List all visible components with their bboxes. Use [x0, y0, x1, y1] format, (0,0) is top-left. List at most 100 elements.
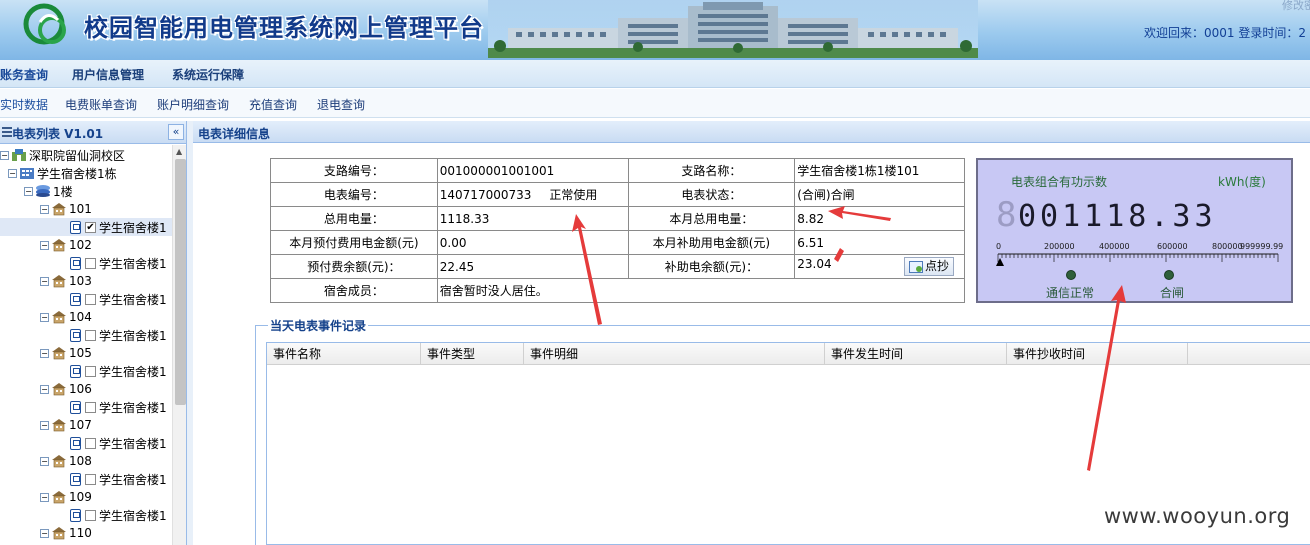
- meter-checkbox[interactable]: [85, 257, 96, 269]
- meter-checkbox[interactable]: [85, 329, 96, 341]
- tree-node-meter[interactable]: 学生宿舍楼1: [0, 470, 172, 488]
- column-header-event-name[interactable]: 事件名称: [267, 343, 421, 365]
- meter-checkbox[interactable]: [85, 401, 96, 413]
- tree-node-room[interactable]: − 105: [40, 344, 92, 362]
- meter-icon: [70, 400, 81, 414]
- collapse-node-icon[interactable]: −: [40, 492, 49, 502]
- prepaid-balance-value: 22.45: [436, 254, 629, 279]
- collapse-node-icon[interactable]: −: [40, 276, 49, 286]
- collapse-node-icon[interactable]: −: [40, 348, 49, 358]
- tree-node-floor[interactable]: − 1楼: [24, 182, 73, 200]
- meter-checkbox[interactable]: [85, 473, 96, 485]
- meter-list-header: 电表列表 V1.01 «: [0, 121, 186, 144]
- lcd-reading-text: 001118.33: [1018, 199, 1217, 234]
- tree-node-label: 105: [69, 346, 92, 360]
- table-row: 支路编号： 001000001001001 支路名称： 学生宿舍楼1栋1楼101: [270, 158, 965, 183]
- switch-status-label: 合闸: [1160, 286, 1185, 300]
- submenu-item-realtime[interactable]: 实时数据: [0, 96, 48, 113]
- scroll-thumb[interactable]: [175, 159, 186, 405]
- collapse-node-icon[interactable]: −: [40, 528, 49, 538]
- meter-list-panel: 电表列表 V1.01 « − 深职院留仙洞校区 − 学生宿舍楼1栋 −1楼 −101 ✔ 学生…: [0, 121, 187, 545]
- collapse-node-icon[interactable]: −: [40, 384, 49, 394]
- submenu-bar: 实时数据 电费账单查询 账户明细查询 充值查询 退电查询: [0, 89, 1310, 118]
- month-power-value: 8.82: [794, 206, 965, 231]
- collapse-node-icon[interactable]: −: [24, 186, 33, 196]
- meter-checkbox[interactable]: [85, 293, 96, 305]
- read-meter-label: 点抄: [924, 259, 949, 273]
- month-power-label: 本月总用电量：: [627, 206, 796, 231]
- read-meter-icon: [908, 260, 923, 273]
- meter-lcd-display: 电表组合有功示数 kWh(度) 8 001118.33 0 200000 400…: [976, 158, 1293, 303]
- submenu-item-refund[interactable]: 退电查询: [317, 96, 365, 113]
- tree-node-label: 106: [69, 382, 92, 396]
- menu-item-billing[interactable]: 账务查询: [0, 66, 48, 83]
- submenu-item-account-detail[interactable]: 账户明细查询: [157, 96, 229, 113]
- collapse-node-icon[interactable]: −: [40, 420, 49, 430]
- tree-node-label: 学生宿舍楼1: [99, 472, 167, 487]
- menu-item-user-info[interactable]: 用户信息管理: [72, 66, 144, 83]
- tree-node-campus[interactable]: − 深职院留仙洞校区: [0, 146, 125, 164]
- tree-node-meter[interactable]: ✔ 学生宿舍楼1: [0, 218, 172, 236]
- tree-node-room[interactable]: − 108: [40, 452, 92, 470]
- subsidy-month-value: 6.51: [794, 230, 965, 255]
- meter-checkbox[interactable]: [85, 365, 96, 377]
- tree-node-label: 学生宿舍楼1: [99, 328, 167, 343]
- meter-checkbox[interactable]: [85, 437, 96, 449]
- tree-node-room[interactable]: − 110: [40, 524, 92, 542]
- meter-icon: [70, 472, 81, 486]
- meter-icon: [70, 328, 81, 342]
- tree-node-meter[interactable]: 学生宿舍楼1: [0, 254, 172, 272]
- collapse-node-icon[interactable]: −: [0, 150, 9, 160]
- submenu-item-recharge[interactable]: 充值查询: [249, 96, 297, 113]
- meter-checkbox[interactable]: ✔: [85, 221, 96, 233]
- tree-node-room[interactable]: − 104: [40, 308, 92, 326]
- tree-scrollbar[interactable]: ▲: [172, 145, 186, 545]
- tree-node-meter[interactable]: 学生宿舍楼1: [0, 362, 172, 380]
- modify-password-link[interactable]: 修改密: [1282, 0, 1310, 13]
- collapse-node-icon[interactable]: −: [40, 312, 49, 322]
- tree-node-room[interactable]: − 102: [40, 236, 92, 254]
- tree-node-meter[interactable]: 学生宿舍楼1: [0, 434, 172, 452]
- tree-node-room[interactable]: − 101: [40, 200, 92, 218]
- table-row: 本月预付费用电金额(元) 0.00 本月补助用电金额(元) 6.51: [270, 230, 965, 255]
- detail-header: 电表详细信息: [193, 121, 1310, 143]
- column-header-read-time[interactable]: 事件抄收时间: [1007, 343, 1188, 365]
- submenu-item-bill-query[interactable]: 电费账单查询: [65, 96, 137, 113]
- header: 校园智能用电管理系统网上管理平台 修改密 欢迎回来：0001 登录时间：2: [0, 0, 1310, 60]
- tree-node-building[interactable]: − 学生宿舍楼1栋: [8, 164, 117, 182]
- menu-item-system-ops[interactable]: 系统运行保障: [172, 66, 244, 83]
- tree-node-room[interactable]: − 106: [40, 380, 92, 398]
- tree-node-meter[interactable]: 学生宿舍楼1: [0, 326, 172, 344]
- total-power-label: 总用电量：: [270, 206, 438, 231]
- meter-status-value: (合闸)合闸: [794, 182, 965, 207]
- tree-node-meter[interactable]: 学生宿舍楼1: [0, 506, 172, 524]
- tree-node-label: 学生宿舍楼1: [99, 220, 167, 235]
- comm-status-lamp: [1066, 270, 1076, 280]
- watermark-text: www.wooyun.org: [1104, 504, 1291, 528]
- meter-status-label: 电表状态：: [627, 182, 796, 207]
- column-header-event-detail[interactable]: 事件明细: [524, 343, 825, 365]
- collapse-node-icon[interactable]: −: [40, 240, 49, 250]
- scale-label: 0: [996, 242, 1001, 251]
- building-icon: [52, 311, 66, 324]
- column-header-event-type[interactable]: 事件类型: [421, 343, 524, 365]
- collapse-node-icon[interactable]: −: [8, 168, 17, 178]
- tree-node-room[interactable]: − 107: [40, 416, 92, 434]
- members-label: 宿舍成员：: [270, 278, 438, 303]
- branch-name-label: 支路名称：: [627, 158, 796, 183]
- tree-node-room[interactable]: − 103: [40, 272, 92, 290]
- tree-node-meter[interactable]: 学生宿舍楼1: [0, 290, 172, 308]
- read-meter-button[interactable]: 点抄: [903, 257, 954, 276]
- tree-node-room[interactable]: − 109: [40, 488, 92, 506]
- collapse-sidebar-button[interactable]: «: [168, 124, 184, 140]
- tree-node-meter[interactable]: 学生宿舍楼1: [0, 398, 172, 416]
- collapse-node-icon[interactable]: −: [40, 456, 49, 466]
- scale-label: 800000: [1212, 242, 1243, 251]
- branch-no-value: 001000001001001: [436, 158, 629, 183]
- meter-info-table: 支路编号： 001000001001001 支路名称： 学生宿舍楼1栋1楼101…: [270, 158, 966, 303]
- column-header-event-time[interactable]: 事件发生时间: [825, 343, 1007, 365]
- collapse-node-icon[interactable]: −: [40, 204, 49, 214]
- meter-checkbox[interactable]: [85, 509, 96, 521]
- tree-node-label: 109: [69, 490, 92, 504]
- scroll-up-icon[interactable]: ▲: [176, 147, 182, 156]
